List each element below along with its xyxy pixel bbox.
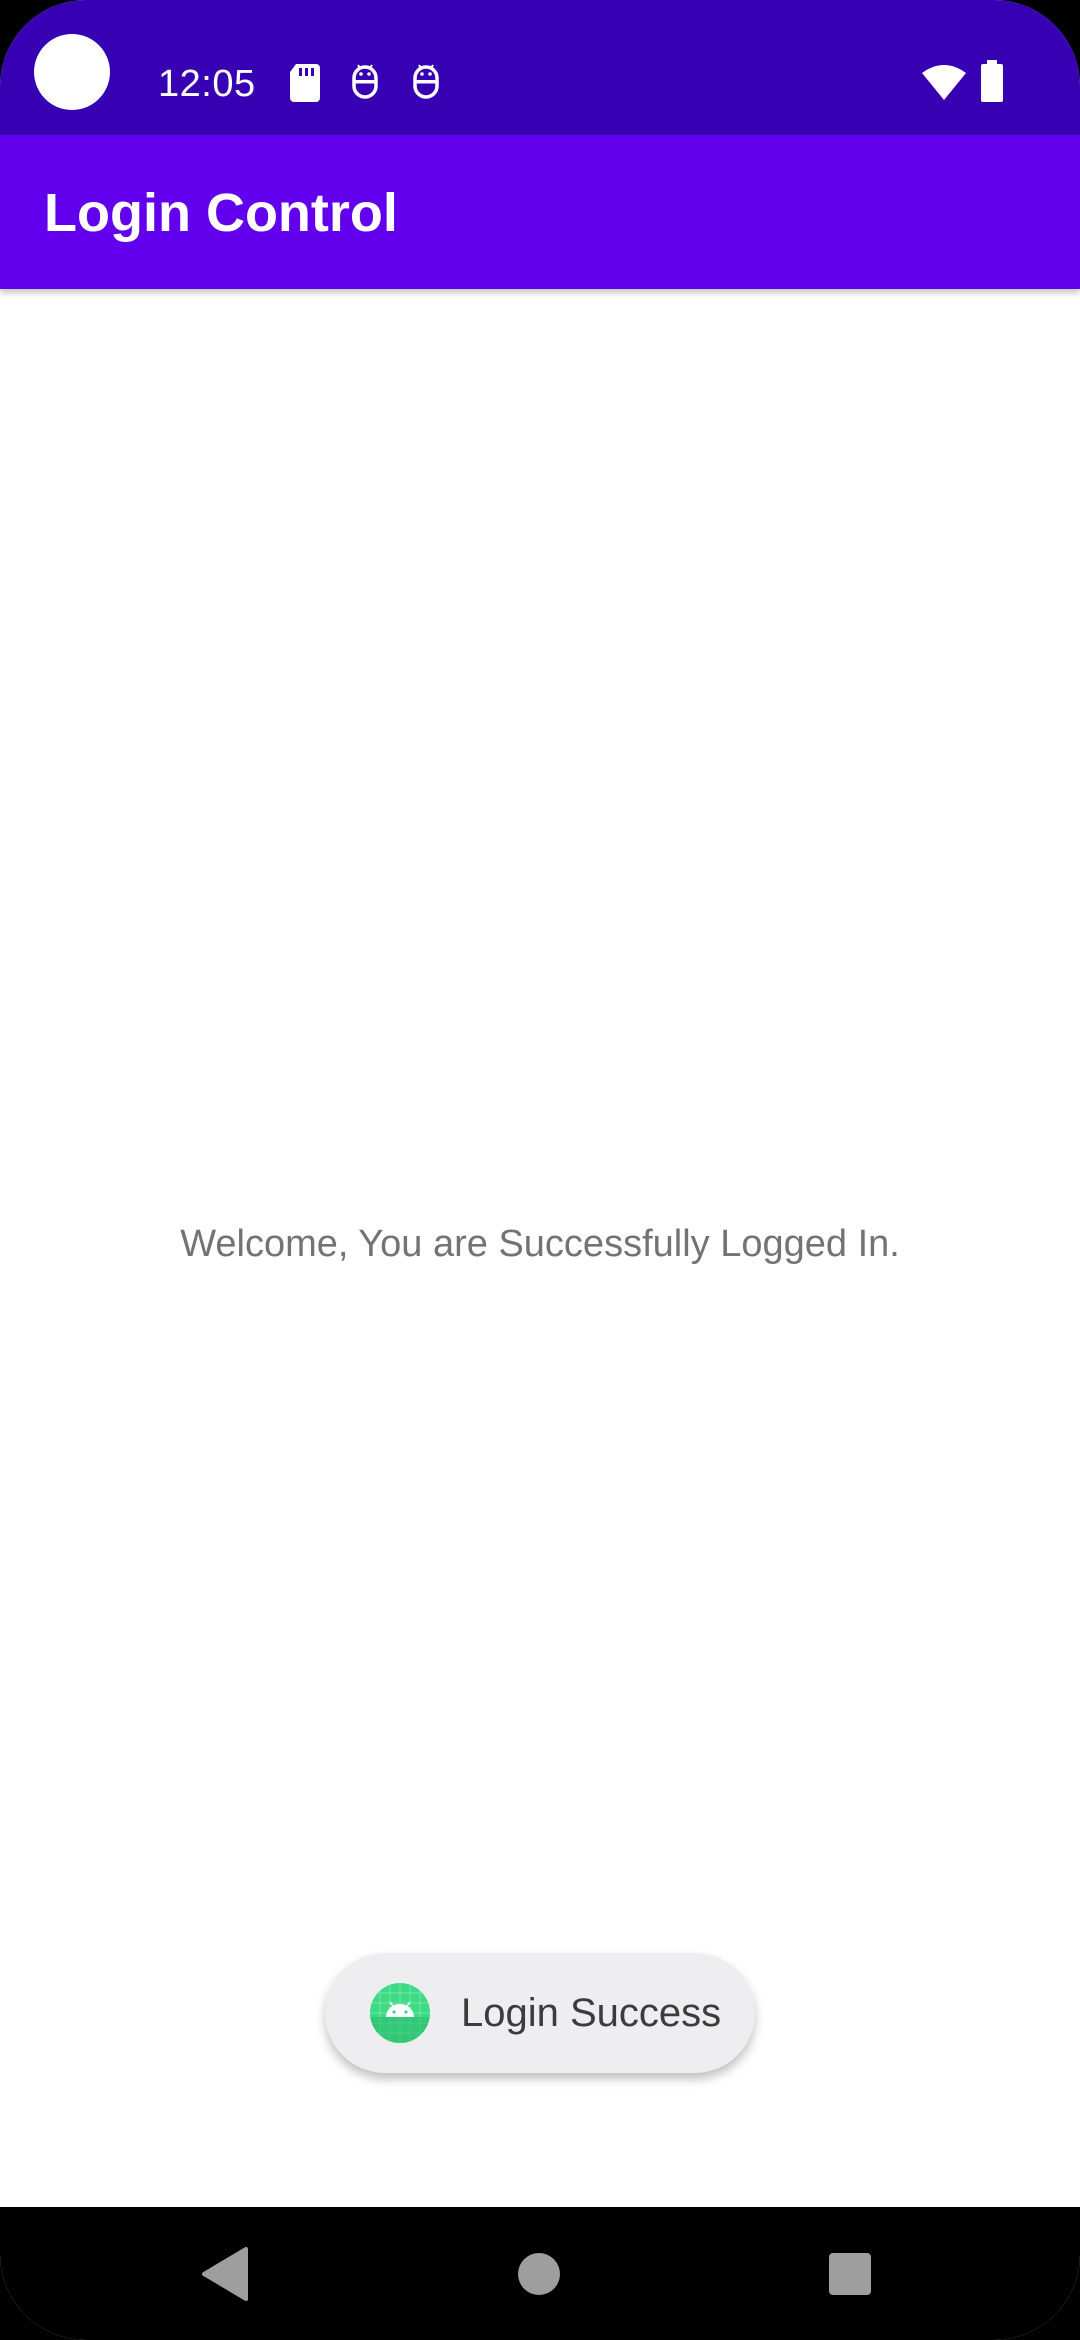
status-bar: 12:05 [0,0,1080,135]
wifi-icon [922,65,966,100]
toast-message: Login Success [461,1991,722,2035]
toast-notification: Login Success [325,1953,755,2073]
recents-icon[interactable] [829,2253,871,2295]
camera-cutout [34,34,110,110]
main-content: Welcome, You are Successfully Logged In. [0,289,1080,2207]
phone-screen: 12:05 Login Control Welcome, You are Suc… [0,0,1080,2340]
app-title: Login Control [44,183,398,243]
sd-card-icon [290,64,320,102]
welcome-message: Welcome, You are Successfully Logged In. [180,1223,900,1265]
android-debug-icon [352,64,378,99]
android-app-icon [370,1983,430,2043]
app-bar: Login Control [0,135,1080,289]
home-icon[interactable] [518,2253,560,2295]
navigation-bar [0,2207,1080,2340]
status-time: 12:05 [158,63,256,105]
back-icon[interactable] [200,2247,248,2301]
android-debug-icon [413,64,439,99]
battery-icon [981,60,1003,102]
